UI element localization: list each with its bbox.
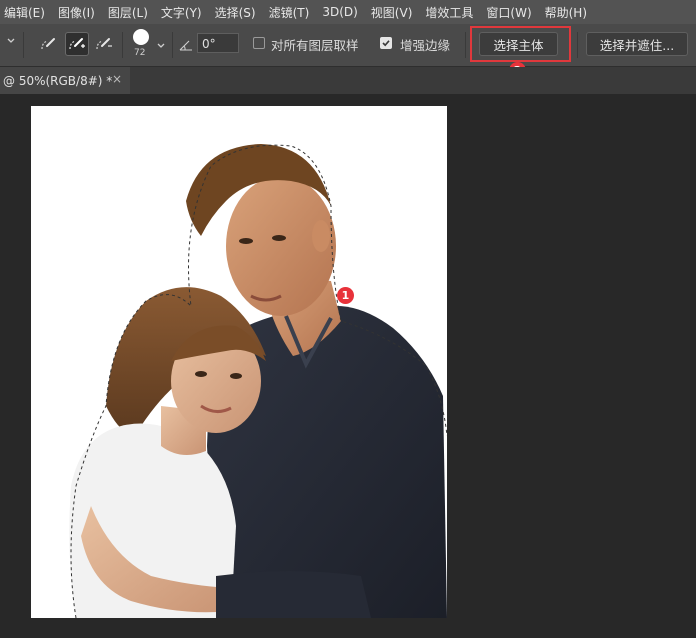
sample-all-layers-checkbox[interactable] bbox=[253, 37, 265, 49]
brush-size-value: 72 bbox=[134, 48, 146, 58]
document-tab-bar: @ 50%(RGB/8#) * × bbox=[0, 67, 696, 94]
menu-filter[interactable]: 滤镜(T) bbox=[265, 4, 310, 21]
menu-view[interactable]: 视图(V) bbox=[367, 4, 413, 21]
menu-bar: 编辑(E) 图像(I) 图层(L) 文字(Y) 选择(S) 滤镜(T) 3D(D… bbox=[0, 0, 696, 24]
menu-layer[interactable]: 图层(L) bbox=[104, 4, 148, 21]
divider bbox=[172, 32, 173, 58]
sample-all-layers-label: 对所有图层取样 bbox=[271, 38, 359, 53]
divider bbox=[577, 32, 578, 58]
menu-plugins[interactable]: 增效工具 bbox=[421, 4, 473, 21]
angle-icon bbox=[179, 36, 193, 55]
menu-window[interactable]: 窗口(W) bbox=[482, 4, 531, 21]
enhance-edge-label: 增强边缘 bbox=[400, 38, 451, 53]
new-selection-brush-icon[interactable] bbox=[36, 32, 60, 56]
annotation-highlight-box bbox=[470, 26, 571, 62]
menu-help[interactable]: 帮助(H) bbox=[541, 4, 587, 21]
document-canvas[interactable]: 1 bbox=[31, 106, 447, 618]
tool-preset-chevron-icon[interactable] bbox=[6, 36, 16, 49]
document-tab-title: @ 50%(RGB/8#) * bbox=[3, 73, 113, 88]
subtract-from-selection-brush-icon[interactable] bbox=[92, 32, 116, 56]
close-icon[interactable]: × bbox=[112, 72, 122, 86]
menu-edit[interactable]: 编辑(E) bbox=[0, 4, 45, 21]
divider bbox=[23, 32, 24, 58]
brush-preview-icon[interactable] bbox=[133, 29, 149, 45]
divider bbox=[122, 32, 123, 58]
annotation-badge-1: 1 bbox=[337, 287, 354, 304]
add-to-selection-brush-icon[interactable] bbox=[65, 32, 89, 56]
divider bbox=[465, 32, 466, 58]
brush-picker-chevron-icon[interactable] bbox=[156, 36, 166, 55]
angle-input[interactable]: 0° bbox=[197, 33, 239, 53]
menu-select[interactable]: 选择(S) bbox=[211, 4, 256, 21]
couple-photo bbox=[69, 144, 447, 618]
menu-image[interactable]: 图像(I) bbox=[54, 4, 95, 21]
enhance-edge-checkbox[interactable] bbox=[380, 37, 392, 49]
menu-type[interactable]: 文字(Y) bbox=[157, 4, 202, 21]
menu-3d[interactable]: 3D(D) bbox=[318, 5, 357, 19]
document-tab[interactable]: @ 50%(RGB/8#) * × bbox=[0, 67, 130, 94]
options-bar: 72 0° 对所有图层取样 增强边缘 选择主体 选择并遮住... bbox=[0, 24, 696, 67]
select-and-mask-button[interactable]: 选择并遮住... bbox=[586, 32, 688, 56]
